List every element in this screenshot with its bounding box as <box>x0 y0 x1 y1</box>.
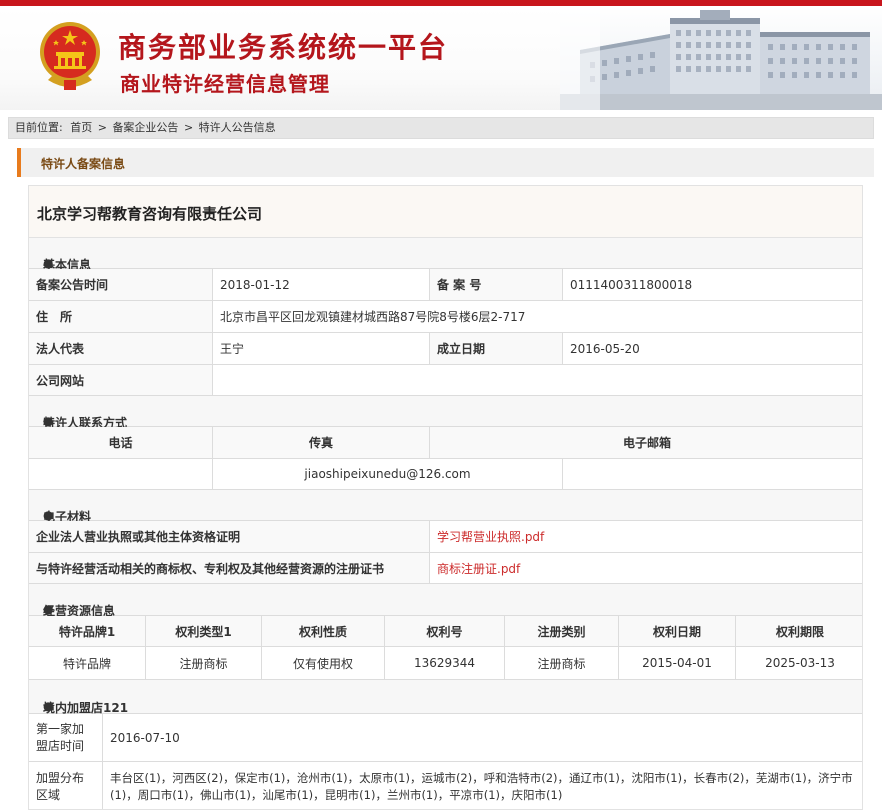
contact-heading-row: ● 特许人联系方式 <box>29 396 862 430</box>
resources-cell: 特许品牌 <box>29 647 146 679</box>
record-date-value: 2018-01-12 <box>213 269 430 300</box>
email-header: 电子邮箱 <box>430 427 862 458</box>
platform-title: 商务部业务系统统一平台 <box>118 31 449 64</box>
legal-rep-value: 王宁 <box>213 333 430 364</box>
resources-column-header: 权利类型1 <box>146 616 262 646</box>
stores-distribution-row: 加盟分布区域 丰台区(1)，河西区(2)，保定市(1)，沧州市(1)，太原市(1… <box>29 762 862 809</box>
resources-column-header: 权利期限 <box>736 616 862 646</box>
resources-cell: 2025-03-13 <box>765 656 835 670</box>
basic-info-heading-row: ● 基本信息 <box>29 238 862 272</box>
breadcrumb-link-home[interactable]: 首页 <box>70 121 92 134</box>
national-emblem-icon <box>40 22 100 90</box>
legal-rep-label: 法人代表 <box>29 333 213 364</box>
breadcrumb-prefix: 目前位置: <box>15 121 63 134</box>
resources-column-header: 权利性质 <box>262 616 385 646</box>
section-title: 特许人备案信息 <box>41 157 126 171</box>
resources-column-header: 权利日期 <box>619 616 736 646</box>
resources-cell: 注册商标 <box>146 647 262 679</box>
company-name: 北京学习帮教育咨询有限责任公司 <box>37 205 263 223</box>
company-header: 北京学习帮教育咨询有限责任公司 <box>29 186 862 238</box>
distribution-label: 加盟分布区域 <box>29 762 103 809</box>
phone-header: 电话 <box>29 427 213 458</box>
founded-label: 成立日期 <box>430 333 563 364</box>
breadcrumb-link-records[interactable]: 备案企业公告 <box>112 121 178 134</box>
material-row-2: 与特许经营活动相关的商标权、专利权及其他经营资源的注册证书 商标注册证.pdf <box>29 553 862 584</box>
section-tab: 特许人备案信息 <box>17 148 874 177</box>
resources-column-header: 注册类别 <box>505 616 619 646</box>
address-label: 住 所 <box>29 301 213 332</box>
material-row-1: 企业法人营业执照或其他主体资格证明 学习帮营业执照.pdf <box>29 521 862 553</box>
material-file-link[interactable]: 商标注册证.pdf <box>430 553 862 583</box>
record-no-value: 0111400311800018 <box>570 277 693 292</box>
basic-row-4: 公司网站 <box>29 365 862 396</box>
breadcrumb-current: 特许人公告信息 <box>198 121 276 134</box>
founded-value: 2016-05-20 <box>570 341 640 356</box>
stores-heading-row: ● 境内加盟店121 <box>29 680 862 715</box>
basic-row-2: 住 所 北京市昌平区回龙观镇建材城西路87号院8号楼6层2-717 <box>29 301 862 333</box>
breadcrumb: 目前位置: 首页 > 备案企业公告 > 特许人公告信息 <box>8 117 874 139</box>
breadcrumb-separator: > <box>97 121 107 134</box>
resources-cell: 仅有使用权 <box>262 647 385 679</box>
resources-data-row: 特许品牌 注册商标 仅有使用权 13629344 注册商标 2015-04-01… <box>29 647 862 680</box>
resources-cell: 注册商标 <box>505 647 619 679</box>
resources-column-header: 权利号 <box>385 616 505 646</box>
first-store-date: 2016-07-10 <box>110 730 180 745</box>
resources-cell: 13629344 <box>385 647 505 679</box>
resources-cell: 2015-04-01 <box>619 647 736 679</box>
breadcrumb-separator: > <box>183 121 194 134</box>
website-value <box>213 365 862 395</box>
basic-row-1: 备案公告时间 2018-01-12 备 案 号 0111400311800018 <box>29 269 862 301</box>
fax-value: jiaoshipeixunedu@126.com <box>213 459 563 489</box>
contact-header-row: 电话 传真 电子邮箱 <box>29 427 862 459</box>
website-label: 公司网站 <box>29 365 213 395</box>
fax-header: 传真 <box>213 427 430 458</box>
platform-subtitle: 商业特许经营信息管理 <box>120 72 330 96</box>
contact-value-row: jiaoshipeixunedu@126.com <box>29 459 862 490</box>
site-header: 商务部业务系统统一平台 商业特许经营信息管理 <box>0 6 882 110</box>
materials-heading-row: ● 电子材料 <box>29 490 862 524</box>
stores-first-row: 第一家加盟店时间 2016-07-10 <box>29 714 862 762</box>
government-building-image <box>560 6 882 110</box>
resources-heading-row: ● 经营资源信息 <box>29 584 862 618</box>
phone-value <box>29 459 213 489</box>
resources-header-row: 特许品牌1 权利类型1 权利性质 权利号 注册类别 权利日期 权利期限 <box>29 616 862 647</box>
first-store-label: 第一家加盟店时间 <box>29 714 103 761</box>
address-value: 北京市昌平区回龙观镇建材城西路87号院8号楼6层2-717 <box>220 310 526 324</box>
material-label: 企业法人营业执照或其他主体资格证明 <box>29 521 430 552</box>
material-file-link[interactable]: 学习帮营业执照.pdf <box>430 521 862 552</box>
email-value <box>563 459 862 489</box>
record-date-label: 备案公告时间 <box>29 269 213 300</box>
record-no-label: 备 案 号 <box>430 269 563 300</box>
record-panel: 北京学习帮教育咨询有限责任公司 ● 基本信息 备案公告时间 2018-01-12 … <box>28 185 863 810</box>
basic-row-3: 法人代表 王宁 成立日期 2016-05-20 <box>29 333 862 365</box>
resources-column-header: 特许品牌1 <box>29 616 146 646</box>
material-label: 与特许经营活动相关的商标权、专利权及其他经营资源的注册证书 <box>29 553 430 583</box>
distribution-value: 丰台区(1)，河西区(2)，保定市(1)，沧州市(1)，太原市(1)，运城市(2… <box>110 770 853 802</box>
